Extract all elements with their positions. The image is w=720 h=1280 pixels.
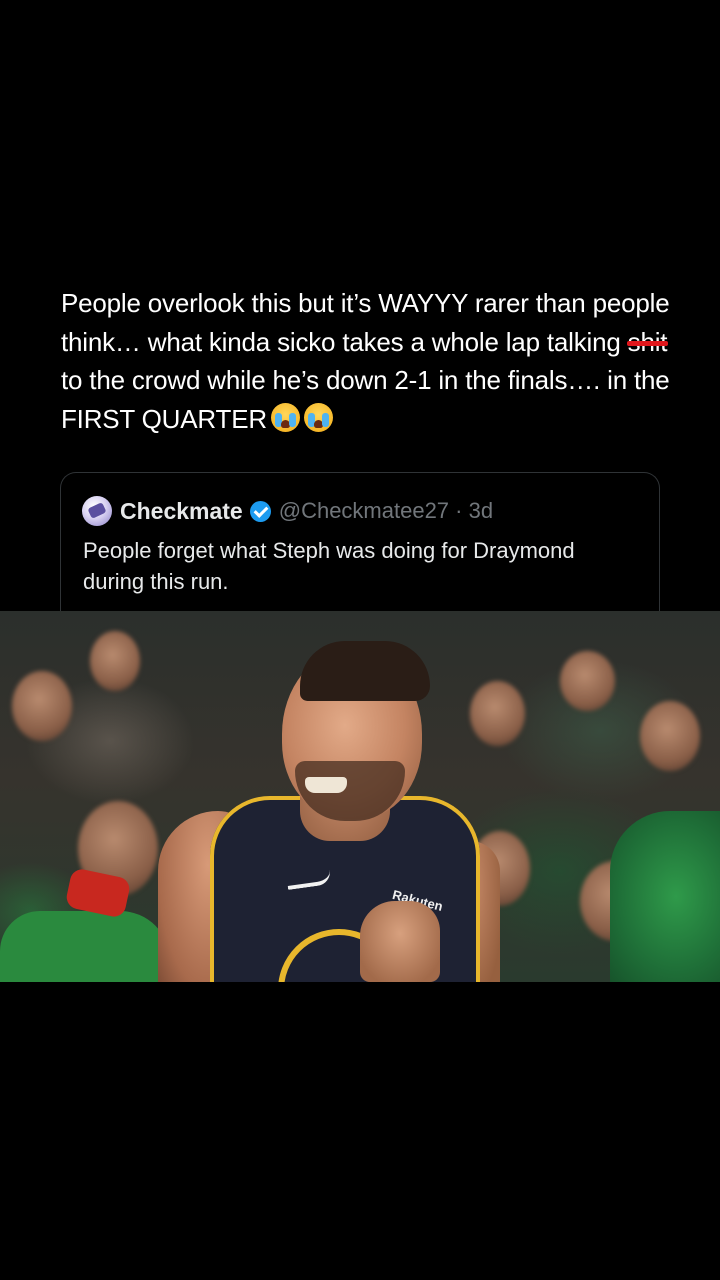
player-hair	[300, 641, 430, 701]
crowd-green-fan	[610, 811, 720, 982]
player-hand	[360, 901, 440, 982]
loudly-crying-face-icon	[303, 402, 333, 432]
quoted-post-header: Checkmate @Checkmatee27 · 3d	[82, 495, 493, 527]
crowd-green-shirt	[0, 911, 170, 982]
video-player[interactable]: Rakuten	[0, 611, 720, 982]
crowd-figure	[12, 671, 72, 741]
loudly-crying-face-icon	[270, 402, 300, 432]
crowd-figure	[90, 631, 140, 691]
avatar[interactable]	[82, 496, 112, 526]
post-text: People overlook this but it’s WAYYY rare…	[61, 284, 691, 438]
verified-badge-icon	[249, 500, 271, 522]
post-text-part1: People overlook this but it’s WAYYY rare…	[61, 288, 670, 357]
crowd-figure	[560, 651, 615, 711]
crowd-figure	[470, 681, 525, 746]
quoted-post-text: People forget what Steph was doing for D…	[83, 538, 575, 594]
quoted-post-card[interactable]: Checkmate @Checkmatee27 · 3d People forg…	[60, 472, 660, 633]
post-text-part2: to the crowd while he’s down 2-1 in the …	[61, 365, 670, 434]
censored-word: shit	[627, 326, 668, 357]
quoted-handle-time[interactable]: @Checkmatee27 · 3d	[279, 498, 493, 524]
quoted-display-name[interactable]: Checkmate	[120, 498, 243, 525]
crowd-figure	[640, 701, 700, 771]
player-teeth	[305, 777, 347, 793]
